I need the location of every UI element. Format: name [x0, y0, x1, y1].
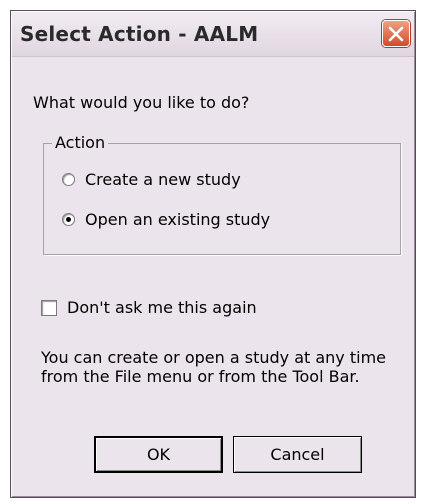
- action-group-legend: Action: [52, 133, 109, 152]
- select-action-dialog: Select Action - AALM What would you like…: [10, 10, 416, 498]
- radio-open-existing-study[interactable]: Open an existing study: [62, 210, 270, 229]
- dont-ask-label: Don't ask me this again: [67, 298, 257, 317]
- help-text: You can create or open a study at any ti…: [41, 348, 386, 386]
- close-icon: [388, 26, 404, 42]
- dialog-title: Select Action - AALM: [20, 22, 259, 46]
- title-bar[interactable]: Select Action - AALM: [12, 12, 414, 57]
- radio-create-new-study[interactable]: Create a new study: [62, 170, 241, 189]
- question-label: What would you like to do?: [33, 93, 250, 112]
- radio-label: Create a new study: [85, 170, 241, 189]
- ok-button[interactable]: OK: [94, 436, 223, 473]
- close-button[interactable]: [382, 20, 410, 47]
- radio-selected-dot: [66, 217, 71, 222]
- radio-label: Open an existing study: [85, 210, 271, 229]
- dont-ask-checkbox-row[interactable]: Don't ask me this again: [41, 298, 257, 317]
- action-groupbox: Action Create a new study Open an existi…: [43, 133, 401, 255]
- dont-ask-checkbox[interactable]: [41, 299, 57, 316]
- cancel-button[interactable]: Cancel: [233, 436, 362, 473]
- radio-button[interactable]: [62, 173, 75, 186]
- radio-button[interactable]: [62, 213, 75, 226]
